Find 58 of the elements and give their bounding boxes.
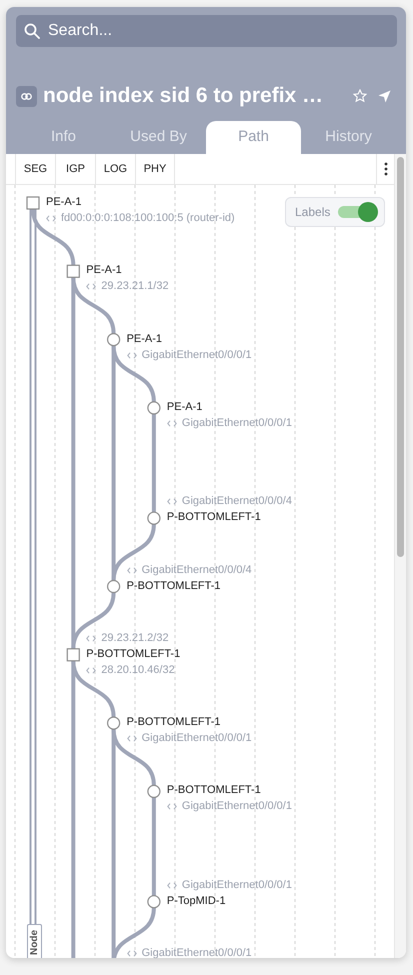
node-circle[interactable]: [107, 716, 120, 730]
link-arrows-icon: [86, 666, 96, 674]
toggle-label: Labels: [295, 204, 330, 221]
link-arrows-icon: [86, 283, 96, 290]
node-circle[interactable]: [147, 895, 160, 908]
link-arrows-icon: [126, 950, 137, 957]
node-square[interactable]: [26, 196, 40, 210]
interface-label: GigabitEthernet0/0/0/4: [182, 495, 292, 508]
scrollbar-thumb[interactable]: [397, 157, 404, 557]
link-arrows-icon: [126, 566, 137, 574]
node-circle[interactable]: [147, 784, 160, 798]
interface-label: fd00:0:0:0:108:100:100:5 (router-id): [61, 212, 235, 225]
node-name: P-BOTTOMLEFT-1: [126, 716, 221, 730]
node-circle[interactable]: [147, 401, 160, 414]
node-name: PE-A-1: [126, 332, 162, 346]
link-arrows-icon: [166, 882, 177, 889]
node-name: P-BOTTOMLEFT-1: [126, 580, 221, 592]
page-title: node index sid 6 to prefix …: [43, 83, 324, 110]
interface-label: GigabitEthernet0/0/0/1: [142, 732, 252, 746]
node-name: P-TopMID-1: [166, 894, 226, 908]
more-options-icon[interactable]: [384, 162, 388, 176]
interface-label: 29.23.21.1/32: [101, 280, 169, 294]
link-arrows-icon: [46, 215, 56, 222]
node-name: P-BOTTOMLEFT-1: [86, 648, 180, 661]
interface-label: GigabitEthernet0/0/0/1: [142, 947, 252, 958]
interface-label: GigabitEthernet0/0/0/1: [182, 800, 292, 814]
interface-label: 28.20.10.46/32: [101, 664, 175, 677]
node-square[interactable]: [66, 264, 80, 278]
link-arrows-icon: [166, 498, 177, 506]
interface-label: 29.23.21.2/32: [101, 632, 169, 645]
node-circle[interactable]: [147, 512, 160, 525]
lane-tag: Node: [27, 924, 42, 958]
link-icon: [16, 86, 37, 106]
link-arrows-icon: [166, 803, 177, 810]
node-name: PE-A-1: [166, 400, 202, 414]
node-name: PE-A-1: [86, 264, 122, 278]
layer-header[interactable]: PHY: [135, 154, 175, 184]
layer-header[interactable]: SEG: [15, 154, 55, 184]
node-circle[interactable]: [107, 580, 120, 594]
search-field[interactable]: Search...: [16, 15, 397, 47]
interface-label: GigabitEthernet0/0/0/1: [182, 878, 292, 892]
node-square[interactable]: [66, 648, 80, 662]
node-circle[interactable]: [107, 333, 120, 346]
labels-switch[interactable]: [338, 202, 378, 222]
layer-header[interactable]: IGP: [55, 154, 95, 184]
link-arrows-icon: [126, 352, 137, 359]
layer-header[interactable]: LOG: [95, 154, 135, 184]
interface-label: GigabitEthernet0/0/0/4: [142, 564, 252, 576]
link-arrows-icon: [166, 420, 177, 427]
interface-label: GigabitEthernet0/0/0/1: [142, 348, 252, 362]
node-name: P-BOTTOMLEFT-1: [166, 511, 261, 524]
node-name: PE-A-1: [46, 196, 82, 209]
star-icon[interactable]: [353, 89, 367, 103]
link-arrows-icon: [126, 735, 137, 742]
interface-label: GigabitEthernet0/0/0/1: [182, 416, 292, 430]
node-name: P-BOTTOMLEFT-1: [166, 784, 261, 798]
link-arrows-icon: [86, 634, 96, 642]
navigation-arrow-icon[interactable]: [378, 90, 391, 102]
